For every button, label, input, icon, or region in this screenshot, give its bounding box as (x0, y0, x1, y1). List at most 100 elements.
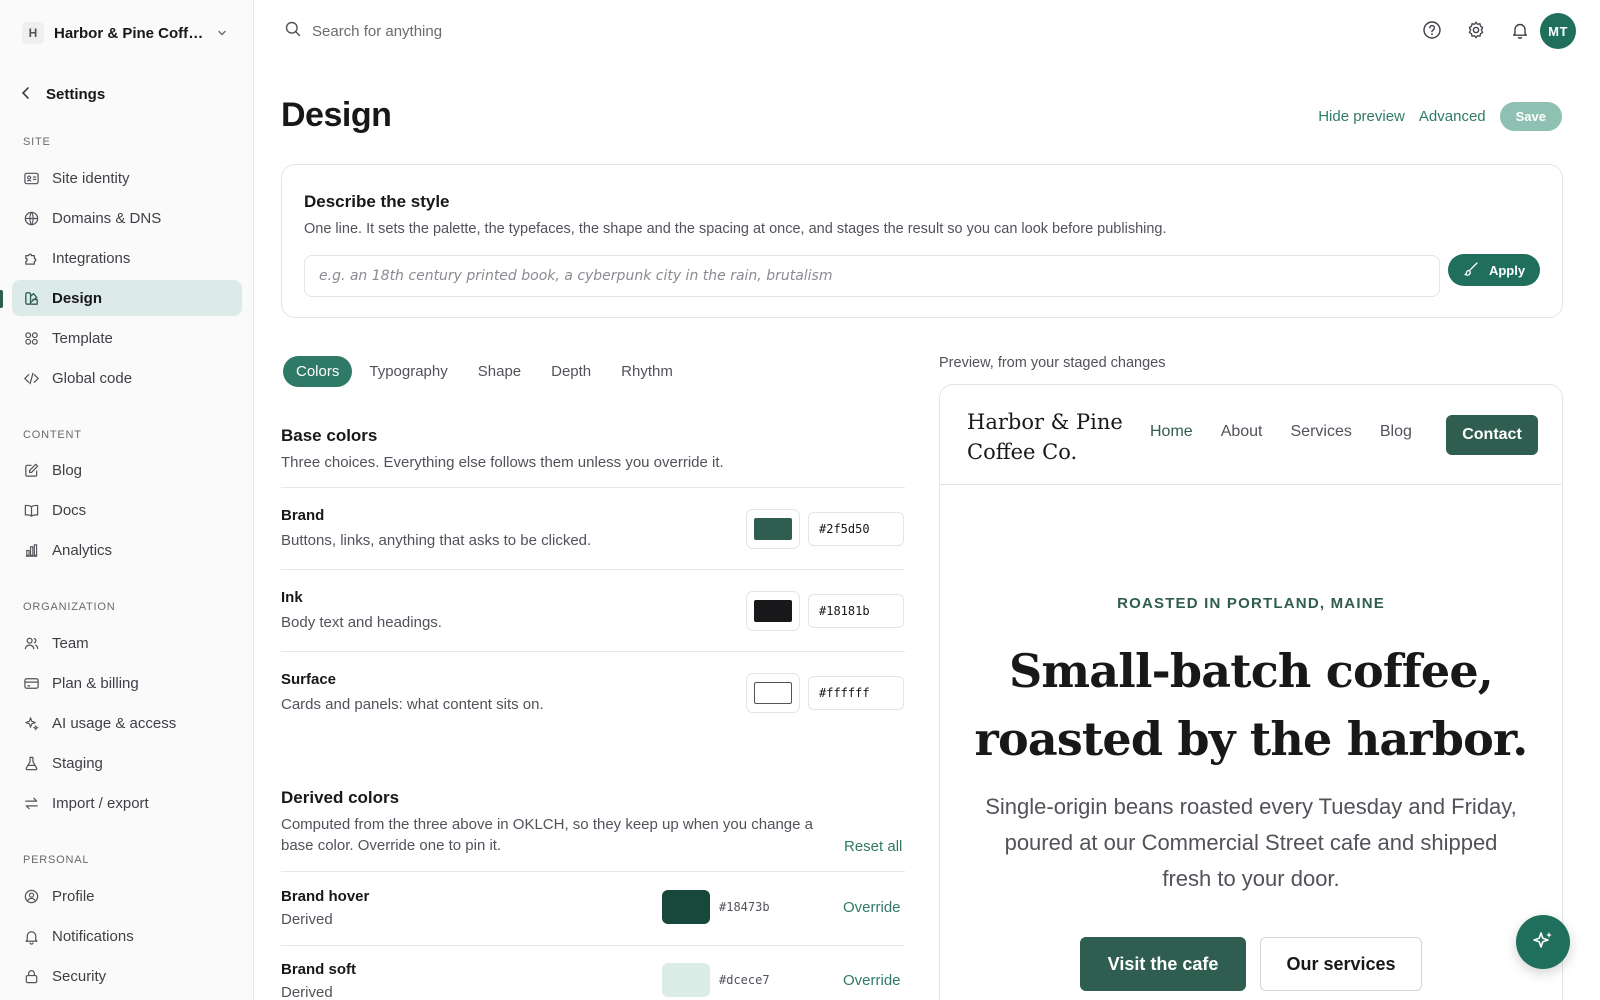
tab-typography[interactable]: Typography (356, 356, 460, 387)
sidebar-item-staging[interactable]: Staging (12, 745, 242, 781)
tab-shape[interactable]: Shape (465, 356, 534, 387)
derived-colors-title: Derived colors (281, 788, 400, 807)
preview-nav-services[interactable]: Services (1291, 423, 1352, 441)
section-organization: ORGANIZATION (23, 601, 116, 613)
swatch-fill (754, 518, 792, 540)
color-row-name: Ink (281, 589, 303, 606)
sidebar-item-team[interactable]: Team (12, 625, 242, 661)
sparkle-icon (1531, 929, 1555, 956)
sidebar-item-import-export[interactable]: Import / export (12, 785, 242, 821)
style-prompt-input[interactable] (304, 255, 1440, 297)
workspace-badge: H (22, 22, 44, 44)
sidebar-item-analytics[interactable]: Analytics (12, 532, 242, 568)
sidebar-item-site-identity[interactable]: Site identity (12, 160, 242, 196)
advanced-button[interactable]: Advanced (1419, 108, 1486, 125)
describe-style-card: Describe the style One line. It sets the… (281, 164, 1563, 318)
active-indicator (0, 290, 3, 308)
sidebar-item-label: Import / export (52, 794, 149, 812)
top-icon-group (1422, 18, 1530, 42)
override-button[interactable]: Override (843, 972, 901, 989)
header-actions: Hide preview Advanced Save (1318, 102, 1562, 131)
sidebar-item-blog[interactable]: Blog (12, 452, 242, 488)
ink-hex-input[interactable]: #18181b (808, 594, 904, 628)
preview-label: Preview, from your staged changes (939, 355, 1166, 371)
hide-preview-button[interactable]: Hide preview (1318, 108, 1405, 125)
color-row-name: Surface (281, 671, 337, 688)
override-button[interactable]: Override (843, 899, 901, 916)
save-button[interactable]: Save (1499, 102, 1562, 131)
preview-secondary-cta[interactable]: Our services (1260, 937, 1422, 991)
preview-nav-links: Home About Services Blog (1150, 423, 1412, 441)
sidebar: H Harbor & Pine Coffee Co. Settings SITE… (0, 0, 254, 1000)
color-row-name: Brand (281, 507, 325, 524)
sidebar-item-notifications[interactable]: Notifications (12, 918, 242, 954)
bell-icon[interactable] (1510, 18, 1530, 42)
brand-hex-input[interactable]: #2f5d50 (808, 512, 904, 546)
preview-nav-home[interactable]: Home (1150, 423, 1193, 441)
sidebar-item-security[interactable]: Security (12, 958, 242, 994)
derived-hex: #18473b (719, 900, 770, 914)
sidebar-item-label: AI usage & access (52, 714, 177, 732)
preview-contact-button[interactable]: Contact (1446, 415, 1538, 455)
preview-nav-about[interactable]: About (1221, 423, 1263, 441)
surface-color-swatch[interactable] (746, 673, 800, 713)
swatch-fill (754, 682, 792, 704)
surface-hex-input[interactable]: #ffffff (808, 676, 904, 710)
global-search[interactable]: Search for anything (284, 20, 442, 42)
sidebar-item-ai-usage[interactable]: AI usage & access (12, 705, 242, 741)
section-site: SITE (23, 136, 51, 148)
sidebar-item-billing[interactable]: Plan & billing (12, 665, 242, 701)
tab-rhythm[interactable]: Rhythm (608, 356, 686, 387)
avatar[interactable]: MT (1540, 13, 1576, 49)
preview-navbar: Harbor & Pine Coffee Co. Home About Serv… (940, 385, 1562, 485)
section-content: CONTENT (23, 429, 82, 441)
color-row-description: Body text and headings. (281, 614, 442, 631)
apply-button[interactable]: Apply (1448, 254, 1540, 286)
sidebar-item-integrations[interactable]: Integrations (12, 240, 242, 276)
sidebar-item-label: Docs (52, 501, 87, 519)
gear-icon[interactable] (1466, 18, 1486, 42)
brand-color-swatch[interactable] (746, 509, 800, 549)
credit-card-icon (22, 674, 40, 692)
color-row-description: Buttons, links, anything that asks to be… (281, 532, 592, 549)
sparkle-icon (22, 714, 40, 732)
sidebar-item-domains[interactable]: Domains & DNS (12, 200, 242, 236)
divider (281, 651, 905, 652)
color-row-description: Derived (281, 911, 333, 928)
workspace-switcher[interactable]: H Harbor & Pine Coffee Co. (12, 16, 238, 50)
tab-depth[interactable]: Depth (538, 356, 604, 387)
search-icon (284, 20, 302, 42)
sidebar-item-label: Team (52, 634, 89, 652)
help-icon[interactable] (1422, 18, 1442, 42)
sidebar-item-label: Profile (52, 887, 95, 905)
sidebar-item-profile[interactable]: Profile (12, 878, 242, 914)
ink-color-swatch[interactable] (746, 591, 800, 631)
reset-all-button[interactable]: Reset all (844, 838, 902, 855)
preview-nav-blog[interactable]: Blog (1380, 423, 1412, 441)
sidebar-item-docs[interactable]: Docs (12, 492, 242, 528)
color-row-description: Derived (281, 984, 333, 1000)
preview-primary-cta[interactable]: Visit the cafe (1080, 937, 1246, 991)
color-row-name: Brand hover (281, 888, 370, 905)
base-colors-description: Three choices. Everything else follows t… (281, 454, 724, 471)
chevron-left-icon (20, 86, 32, 103)
preview-body: Single-origin beans roasted every Tuesda… (985, 794, 1517, 891)
ai-assistant-button[interactable] (1516, 915, 1570, 969)
puzzle-icon (22, 249, 40, 267)
sidebar-item-template[interactable]: Template (12, 320, 242, 356)
sidebar-item-label: Blog (52, 461, 83, 479)
bar-chart-icon (22, 541, 40, 559)
section-personal: PERSONAL (23, 854, 90, 866)
back-to-settings[interactable]: Settings (20, 86, 105, 103)
site-preview: Harbor & Pine Coffee Co. Home About Serv… (939, 384, 1563, 1000)
divider (281, 487, 905, 488)
sidebar-item-design[interactable]: Design (12, 280, 242, 316)
page-title: Design (281, 96, 392, 134)
preview-logo: Harbor & Pine Coffee Co. (967, 410, 1123, 464)
sidebar-item-label: Global code (52, 369, 133, 387)
edit-icon (22, 461, 40, 479)
sidebar-item-label: Analytics (52, 541, 113, 559)
sidebar-item-global-code[interactable]: Global code (12, 360, 242, 396)
derived-hex: #dcece7 (719, 973, 770, 987)
tab-colors[interactable]: Colors (283, 356, 353, 387)
